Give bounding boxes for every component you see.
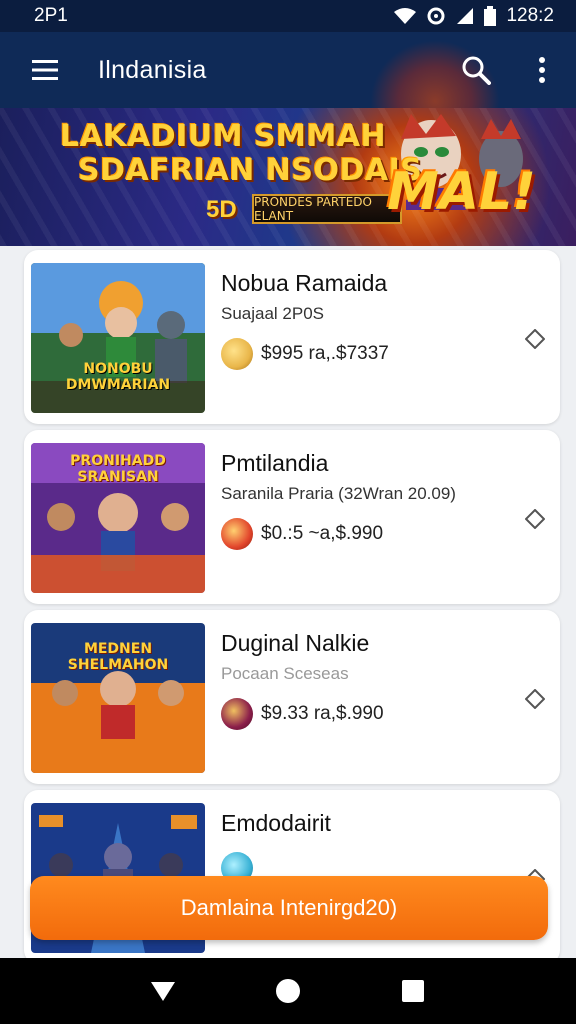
diamond-icon[interactable] (524, 328, 546, 350)
status-clock: 128:2 (506, 5, 554, 26)
game-info: Nobua Ramaida Suajaal 2P0S $995 ra,.$733… (221, 268, 500, 370)
game-thumbnail: PRONIHADD SRANISAN (31, 443, 205, 593)
banner-badge: 5D (206, 196, 237, 223)
game-info: Pmtilandia Saranila Praria (32Wran 20.09… (221, 448, 500, 550)
game-list: NONOBU DMWMARIAN Nobua Ramaida Suajaal 2… (24, 250, 560, 970)
price-row: $0.:5 ~a,$.990 (221, 518, 500, 550)
status-bar: 2P1 128:2 (0, 0, 576, 32)
banner-shout: MAL! (387, 162, 536, 222)
game-card[interactable]: NONOBU DMWMARIAN Nobua Ramaida Suajaal 2… (24, 250, 560, 424)
banner-tag: PRONDES PARTEDO ELANT (252, 194, 402, 224)
game-art-title: NONOBU DMWMARIAN (65, 361, 171, 393)
battery-icon (484, 6, 497, 26)
status-icons: 128:2 (394, 5, 554, 27)
diamond-icon[interactable] (524, 508, 546, 530)
game-name: Pmtilandia (221, 450, 329, 476)
banner-headline-line1: LAKADIUM SMMAH (60, 119, 387, 154)
recents-icon[interactable] (393, 971, 433, 1011)
game-name: Duginal Nalkie (221, 630, 370, 656)
price-row: $995 ra,.$7337 (221, 338, 500, 370)
price-row: $9.33 ra,$.990 (221, 698, 500, 730)
game-card[interactable]: MEDNEN SHELMAHON Duginal Nalkie Pocaan S… (24, 610, 560, 784)
game-subtitle: Pocaan Sceseas (221, 664, 349, 683)
game-info: Emdodairit (221, 808, 500, 884)
diamond-icon[interactable] (524, 688, 546, 710)
game-thumbnail: NONOBU DMWMARIAN (31, 263, 205, 413)
menu-icon[interactable] (22, 47, 68, 93)
app-title: Ilndanisia (98, 55, 207, 84)
app-bar-actions (458, 32, 560, 108)
status-time: 2P1 (34, 5, 68, 26)
home-icon[interactable] (268, 971, 308, 1011)
more-vert-icon[interactable] (524, 52, 560, 88)
wifi-icon (394, 8, 417, 24)
cell-signal-icon (457, 8, 474, 24)
game-price: $0.:5 ~a,$.990 (261, 523, 384, 544)
game-price: $995 ra,.$7337 (261, 343, 389, 364)
promo-banner[interactable]: LAKADIUM SMMAH SDAFRIAN NSODAIS 5D PROND… (0, 108, 576, 246)
game-card[interactable]: PRONIHADD SRANISAN Pmtilandia Saranila P… (24, 430, 560, 604)
game-art-title: MEDNEN SHELMAHON (67, 641, 169, 673)
currency-icon (221, 518, 253, 550)
game-name: Nobua Ramaida (221, 270, 388, 296)
game-art-title: PRONIHADD SRANISAN (70, 453, 166, 485)
signal-settings-icon (427, 7, 445, 25)
back-icon[interactable] (143, 971, 183, 1011)
currency-icon (221, 338, 253, 370)
search-icon[interactable] (458, 52, 494, 88)
system-nav-bar (0, 958, 576, 1024)
game-price: $9.33 ra,$.990 (261, 703, 384, 724)
game-name: Emdodairit (221, 810, 331, 836)
game-subtitle: Saranila Praria (32Wran 20.09) (221, 484, 456, 503)
currency-icon (221, 698, 253, 730)
download-button[interactable]: Damlaina Intenirgd20) (30, 876, 548, 940)
game-subtitle: Suajaal 2P0S (221, 304, 325, 323)
banner-headline: LAKADIUM SMMAH SDAFRIAN NSODAIS (60, 120, 422, 188)
app-bar: Ilndanisia (0, 32, 576, 108)
game-thumbnail: MEDNEN SHELMAHON (31, 623, 205, 773)
game-info: Duginal Nalkie Pocaan Sceseas $9.33 ra,$… (221, 628, 500, 730)
banner-headline-line2: SDAFRIAN NSODAIS (78, 153, 423, 188)
